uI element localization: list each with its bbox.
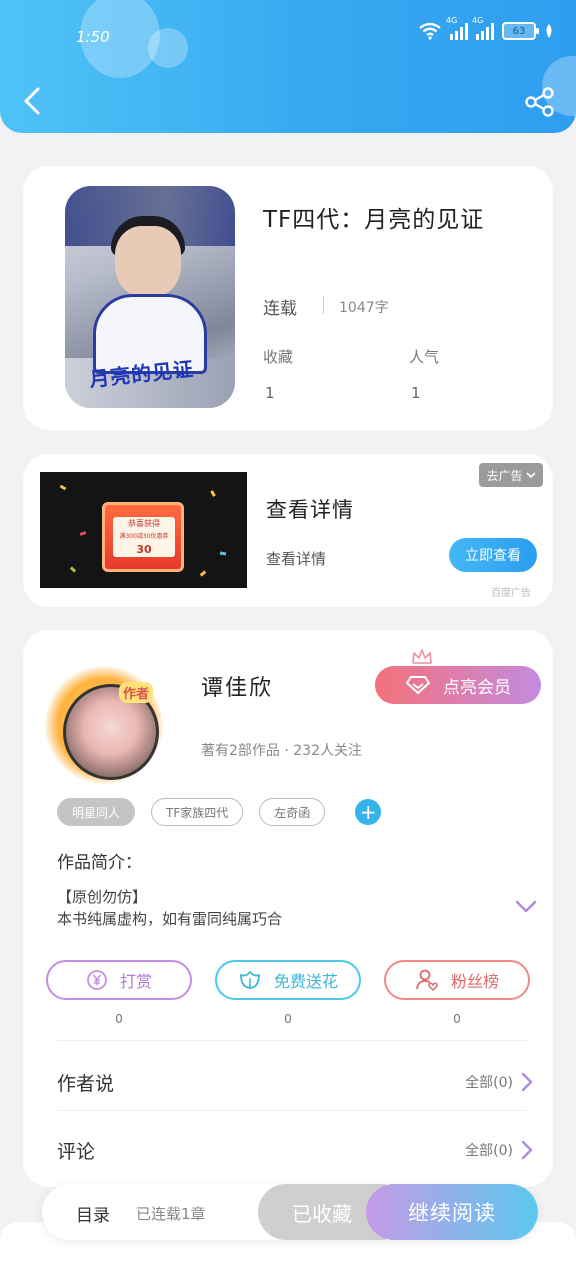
yen-coin-icon <box>87 970 107 990</box>
author-card: 作者 谭佳欣 点亮会员 著有2部作品 · 232人关注 明星同人 TF家族四代 … <box>23 630 553 1187</box>
chapter-count: 已连载1章 <box>136 1205 206 1223</box>
header: 1:50 4G 4G 63 <box>0 0 576 133</box>
comments-title: 评论 <box>57 1140 96 1163</box>
author-says-row[interactable]: 作者说 全部(0) <box>57 1052 533 1112</box>
book-status: 连载 <box>263 299 297 319</box>
share-icon <box>525 87 554 117</box>
fan-count: 0 <box>453 1012 461 1026</box>
ad-title[interactable]: 查看详情 <box>266 494 354 524</box>
leaf-icon <box>546 24 552 38</box>
chevron-left-icon <box>24 87 40 115</box>
ad-source: 百度广告 <box>491 588 531 599</box>
bottom-action-bar: 目录 已连载1章 已收藏 继续阅读 <box>42 1184 538 1240</box>
back-button[interactable] <box>18 86 48 116</box>
status-icons: 4G 4G 63 <box>418 16 554 40</box>
divider <box>57 1110 527 1111</box>
author-name[interactable]: 谭佳欣 <box>201 670 273 702</box>
chevron-right-icon <box>521 1072 533 1092</box>
tag-item[interactable]: 左奇函 <box>259 798 326 826</box>
tag-item[interactable]: 明星同人 <box>57 798 136 826</box>
send-flower-button[interactable]: 免费送花 <box>215 960 361 1000</box>
reward-label: 打赏 <box>119 972 152 991</box>
share-button[interactable] <box>524 86 556 118</box>
divider <box>57 1040 527 1041</box>
chevron-right-icon <box>521 1140 533 1160</box>
author-says-count: 全部(0) <box>465 1075 513 1091</box>
ad-image-amount: 30 <box>136 543 152 556</box>
intro-line: 【原创勿仿】 <box>57 888 148 906</box>
coupon-box: 恭喜获得 满300减30优惠券 30 <box>102 502 184 572</box>
tag-item[interactable]: TF家族四代 <box>151 798 244 826</box>
comments-row[interactable]: 评论 全部(0) <box>57 1120 533 1180</box>
battery-icon: 63 <box>502 22 539 40</box>
book-cover[interactable]: 月亮的见证 <box>65 186 235 408</box>
wifi-icon <box>419 22 441 40</box>
vip-label: 点亮会员 <box>443 677 511 698</box>
ad-image-heading: 恭喜获得 <box>128 519 160 528</box>
table-of-contents-button[interactable]: 目录 <box>76 1201 110 1226</box>
comments-count: 全部(0) <box>465 1143 513 1159</box>
author-meta: 著有2部作品 · 232人关注 <box>201 743 362 759</box>
word-count: 1047字 <box>339 300 389 316</box>
activate-vip-button[interactable]: 点亮会员 <box>375 666 541 704</box>
book-info-card: 月亮的见证 TF四代：月亮的见证 连载 1047字 收藏 人气 1 1 <box>23 166 553 430</box>
chevron-down-icon <box>525 472 536 479</box>
view-now-button[interactable]: 立即查看 <box>449 538 537 572</box>
intro-label: 作品简介： <box>57 853 142 873</box>
ad-image-sub: 满300减30优惠券 <box>119 533 169 540</box>
intro-text: 【原创勿仿】 本书纯属虚构，如有雷同纯属巧合 <box>57 886 497 930</box>
add-tag-button[interactable]: + <box>355 799 382 825</box>
fan-ranking-label: 粉丝榜 <box>450 972 499 991</box>
ad-subtitle: 查看详情 <box>266 550 327 568</box>
remove-ad-label: 去广告 <box>486 468 523 483</box>
signal-icon: 4G <box>446 16 468 40</box>
popularity-label: 人气 <box>409 348 440 366</box>
ad-image[interactable]: 恭喜获得 满300减30优惠券 30 <box>40 472 247 588</box>
fan-ranking-button[interactable]: 粉丝榜 <box>384 960 530 1000</box>
ad-card[interactable]: 恭喜获得 满300减30优惠券 30 去广告 查看详情 查看详情 立即查看 百度… <box>23 454 553 607</box>
tag-list: 明星同人 TF家族四代 左奇函 + <box>57 798 382 826</box>
remove-ad-button[interactable]: 去广告 <box>479 463 543 487</box>
author-badge: 作者 <box>119 682 154 703</box>
book-title: TF四代：月亮的见证 <box>263 207 485 233</box>
diamond-icon <box>406 676 430 694</box>
favorites-label: 收藏 <box>263 348 294 366</box>
reward-count: 0 <box>115 1012 123 1026</box>
flower-icon <box>240 971 260 989</box>
fan-user-icon <box>416 969 438 992</box>
author-avatar[interactable]: 作者 <box>45 666 163 784</box>
popularity-value: 1 <box>411 384 421 402</box>
decor-bubble <box>148 28 188 68</box>
plus-icon: + <box>359 800 377 824</box>
signal-icon: 4G <box>472 16 494 40</box>
status-time: 1:50 <box>76 28 110 46</box>
favorites-value: 1 <box>265 384 275 402</box>
reward-button[interactable]: 打赏 <box>46 960 192 1000</box>
divider <box>323 296 324 314</box>
chevron-down-icon[interactable] <box>515 900 537 914</box>
send-flower-label: 免费送花 <box>273 972 338 991</box>
flower-count: 0 <box>284 1012 292 1026</box>
intro-line: 本书纯属虚构，如有雷同纯属巧合 <box>57 910 283 928</box>
author-says-title: 作者说 <box>57 1072 115 1095</box>
continue-reading-button[interactable]: 继续阅读 <box>366 1184 538 1240</box>
crown-icon <box>412 649 432 664</box>
